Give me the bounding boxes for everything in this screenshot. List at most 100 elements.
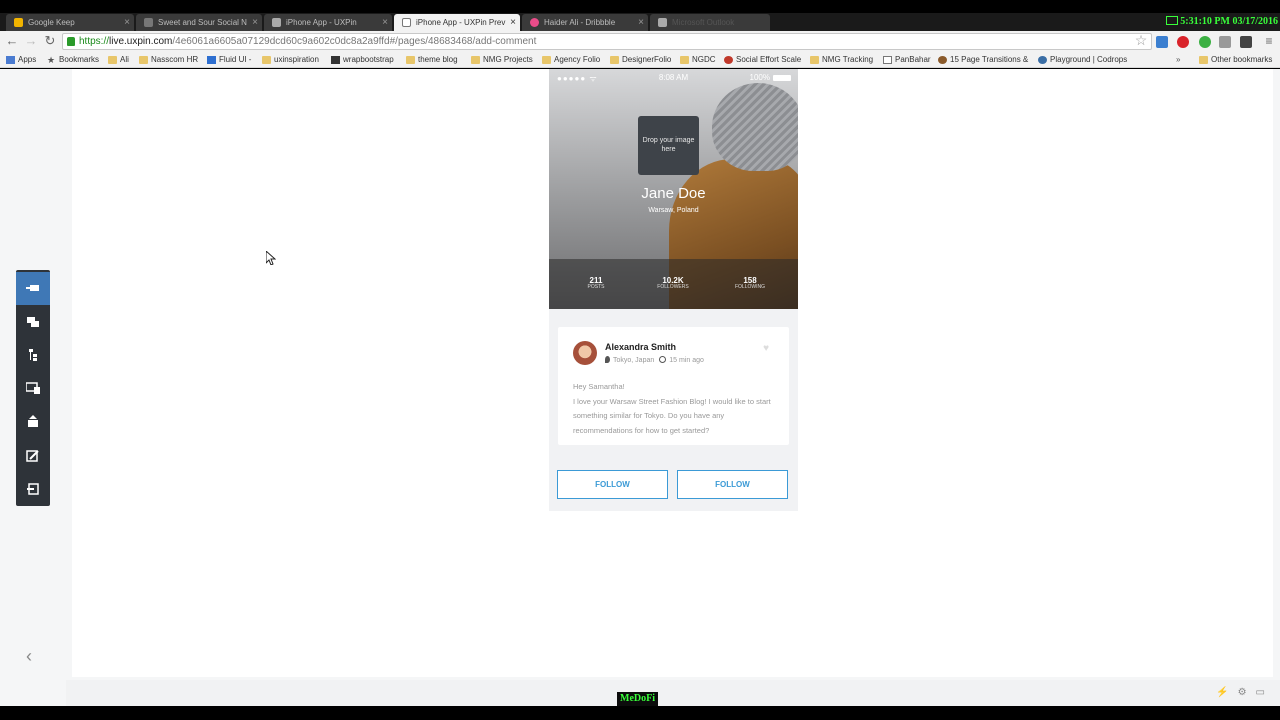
follow-button-right[interactable]: FOLLOW bbox=[677, 470, 788, 499]
menu-icon[interactable]: ≡ bbox=[1261, 33, 1277, 49]
page-icon bbox=[883, 56, 892, 64]
star-icon[interactable]: ☆ bbox=[1133, 32, 1149, 48]
tab-iphone-app-preview[interactable]: iPhone App - UXPin Prev × bbox=[394, 14, 520, 31]
tab-sweet-and-sour[interactable]: Sweet and Sour Social N × bbox=[136, 14, 262, 31]
bookmark-item[interactable]: NGDC bbox=[680, 52, 716, 68]
keep-icon bbox=[14, 18, 23, 27]
tab-iphone-app[interactable]: iPhone App - UXPin × bbox=[264, 14, 392, 31]
screen: Google Keep × Sweet and Sour Social N × … bbox=[0, 0, 1280, 720]
browser-toolbar: ← → ↻ https://live.uxpin.com/4e6061a6605… bbox=[0, 31, 1280, 52]
watermark: MeDoFi bbox=[617, 692, 658, 706]
bookmark-item[interactable]: DesignerFolio bbox=[610, 52, 671, 68]
forward-button[interactable]: → bbox=[23, 33, 39, 49]
sitemap-button[interactable] bbox=[16, 339, 50, 372]
site-icon bbox=[1038, 56, 1047, 64]
system-clock: 5:31:10 PM 03/17/2016 bbox=[1166, 14, 1278, 29]
avatar bbox=[573, 341, 597, 365]
image-dropzone[interactable]: Drop your image here bbox=[638, 116, 699, 175]
devices-button[interactable] bbox=[16, 372, 50, 405]
profile-hero: ●●●●● ᯤ 8:08 AM 100% Drop your image her… bbox=[549, 69, 798, 309]
bookmark-item[interactable]: Ali bbox=[108, 52, 129, 68]
close-tab-icon[interactable]: × bbox=[510, 14, 516, 31]
hero-photo-hat bbox=[712, 83, 798, 171]
other-bookmarks[interactable]: Other bookmarks bbox=[1199, 52, 1272, 68]
comment-body: Hey Samantha! I love your Warsaw Street … bbox=[573, 382, 771, 435]
extension-icon[interactable] bbox=[1156, 36, 1168, 48]
pages-button[interactable] bbox=[16, 306, 50, 339]
tab-dribbble[interactable]: Haider Ali - Dribbble × bbox=[522, 14, 648, 31]
bookmark-item[interactable]: Agency Folio bbox=[542, 52, 600, 68]
tab-google-keep[interactable]: Google Keep × bbox=[6, 14, 134, 31]
folder-icon bbox=[810, 56, 819, 64]
folder-icon bbox=[680, 56, 689, 64]
close-tab-icon[interactable]: × bbox=[638, 14, 644, 31]
collapse-chevron-icon[interactable]: ‹ bbox=[26, 646, 32, 667]
folder-icon bbox=[139, 56, 148, 64]
devices-icon bbox=[26, 382, 40, 394]
close-tab-icon[interactable]: × bbox=[382, 14, 388, 31]
bookmark-item[interactable]: theme blog bbox=[406, 52, 458, 68]
folder-icon bbox=[406, 56, 415, 64]
bookmark-item[interactable]: 15 Page Transitions & bbox=[938, 52, 1028, 68]
site-icon bbox=[938, 56, 947, 64]
edit-button[interactable] bbox=[16, 440, 50, 473]
bookmark-item[interactable]: PanBahar bbox=[883, 52, 931, 68]
bookmark-item[interactable]: Playground | Codrops bbox=[1038, 52, 1127, 68]
pages-icon bbox=[27, 317, 39, 327]
folder-icon bbox=[262, 56, 271, 64]
sitemap-icon bbox=[29, 349, 37, 361]
clock-icon bbox=[659, 356, 667, 363]
bookmark-apps[interactable]: Apps bbox=[6, 52, 36, 68]
bookmark-item[interactable]: ★ Bookmarks bbox=[47, 52, 99, 68]
bookmark-item[interactable]: NMG Projects bbox=[471, 52, 533, 68]
extension-icon[interactable] bbox=[1240, 36, 1252, 48]
exit-icon bbox=[27, 483, 39, 495]
bookmark-item[interactable]: Social Effort Scale bbox=[724, 52, 801, 68]
exit-preview-button[interactable] bbox=[16, 473, 50, 506]
folder-icon bbox=[108, 56, 117, 64]
bookmarks-overflow-icon[interactable]: » bbox=[1176, 52, 1180, 68]
bookmark-item[interactable]: wrapbootstrap bbox=[331, 52, 394, 68]
share-button[interactable] bbox=[16, 405, 50, 438]
follow-button-left[interactable]: FOLLOW bbox=[557, 470, 668, 499]
back-button[interactable]: ← bbox=[4, 33, 20, 49]
stat-following: 158 FOLLOWING bbox=[734, 276, 765, 290]
heart-icon[interactable]: ♥ bbox=[763, 343, 769, 354]
apps-icon bbox=[6, 56, 15, 64]
extension-icon[interactable] bbox=[1219, 36, 1231, 48]
profile-name: Jane Doe bbox=[641, 185, 706, 202]
lock-icon bbox=[67, 37, 75, 46]
comments-toggle-icon bbox=[26, 285, 39, 291]
opera-icon[interactable] bbox=[1177, 36, 1189, 48]
comments-toggle-button[interactable] bbox=[16, 272, 50, 305]
preview-page: ‹ ●●●●● ᯤ 8:08 AM 100% Drop your image h… bbox=[0, 69, 1280, 706]
site-icon bbox=[724, 56, 733, 64]
dribbble-icon bbox=[530, 18, 539, 27]
close-tab-icon[interactable]: × bbox=[124, 14, 130, 31]
phone-status-bar: ●●●●● ᯤ 8:08 AM 100% bbox=[549, 73, 798, 83]
folder-icon bbox=[610, 56, 619, 64]
extension-icon[interactable] bbox=[1199, 36, 1211, 48]
close-tab-icon[interactable]: × bbox=[252, 14, 258, 31]
page-icon bbox=[658, 18, 667, 27]
page-icon bbox=[272, 18, 281, 27]
reload-button[interactable]: ↻ bbox=[42, 33, 58, 49]
footer-tools-icons[interactable]: ⚡⚙▭ bbox=[1216, 687, 1274, 698]
folder-icon bbox=[471, 56, 480, 64]
bookmarks-bar: Apps ★ Bookmarks Ali Nasscom HR Fluid UI … bbox=[0, 52, 1280, 68]
site-icon bbox=[144, 18, 153, 27]
bookmark-item[interactable]: Fluid UI - bbox=[207, 52, 251, 68]
folder-icon bbox=[1199, 56, 1208, 64]
comment-card: Alexandra Smith Tokyo, Japan 15 min ago ♥… bbox=[558, 327, 789, 445]
address-bar[interactable]: https://live.uxpin.com/4e6061a6605a07129… bbox=[62, 33, 1152, 50]
battery-percent: 100% bbox=[749, 73, 770, 82]
clock-icon bbox=[1166, 16, 1179, 25]
profile-location: Warsaw, Poland bbox=[648, 207, 699, 214]
tab-outlook[interactable]: Microsoft Outlook bbox=[650, 14, 770, 31]
bookmark-item[interactable]: NMG Tracking bbox=[810, 52, 873, 68]
mouse-cursor-icon bbox=[266, 251, 276, 265]
bookmark-item[interactable]: uxinspiration bbox=[262, 52, 319, 68]
battery-icon bbox=[773, 75, 791, 81]
bookmark-item[interactable]: Nasscom HR bbox=[139, 52, 198, 68]
share-icon bbox=[28, 415, 38, 427]
